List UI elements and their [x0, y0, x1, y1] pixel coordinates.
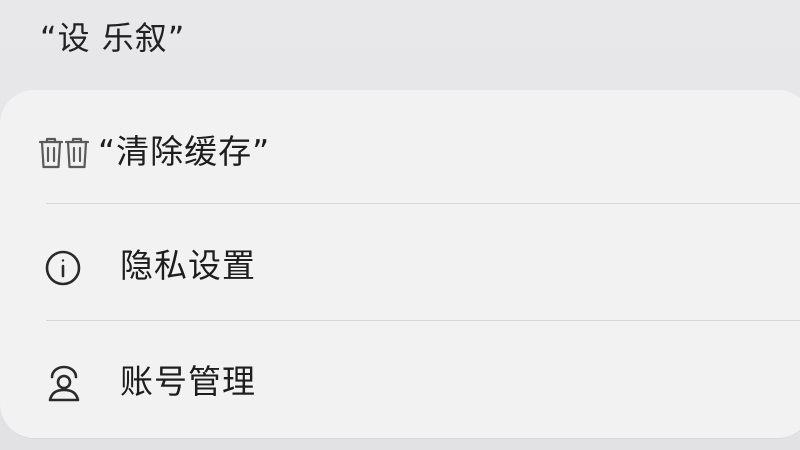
info-circle-icon: [44, 248, 100, 288]
menu-item-privacy-settings[interactable]: 隐私设置: [0, 206, 800, 322]
trash-icon: [38, 133, 94, 173]
menu-item-account-management[interactable]: 账号管理: [0, 322, 800, 438]
menu-item-label: 账号管理: [120, 362, 256, 401]
settings-screen: “设 乐叙” “清除缓存” 隐私设置 账号管理: [0, 0, 800, 450]
menu-item-label: 隐私设置: [120, 246, 256, 285]
user-icon: [46, 364, 102, 404]
menu-item-label: “清除缓存”: [98, 132, 271, 171]
divider: [46, 320, 800, 321]
page-title: “设 乐叙”: [40, 19, 186, 57]
menu-item-clear-cache[interactable]: “清除缓存”: [0, 90, 800, 206]
divider: [46, 203, 800, 204]
